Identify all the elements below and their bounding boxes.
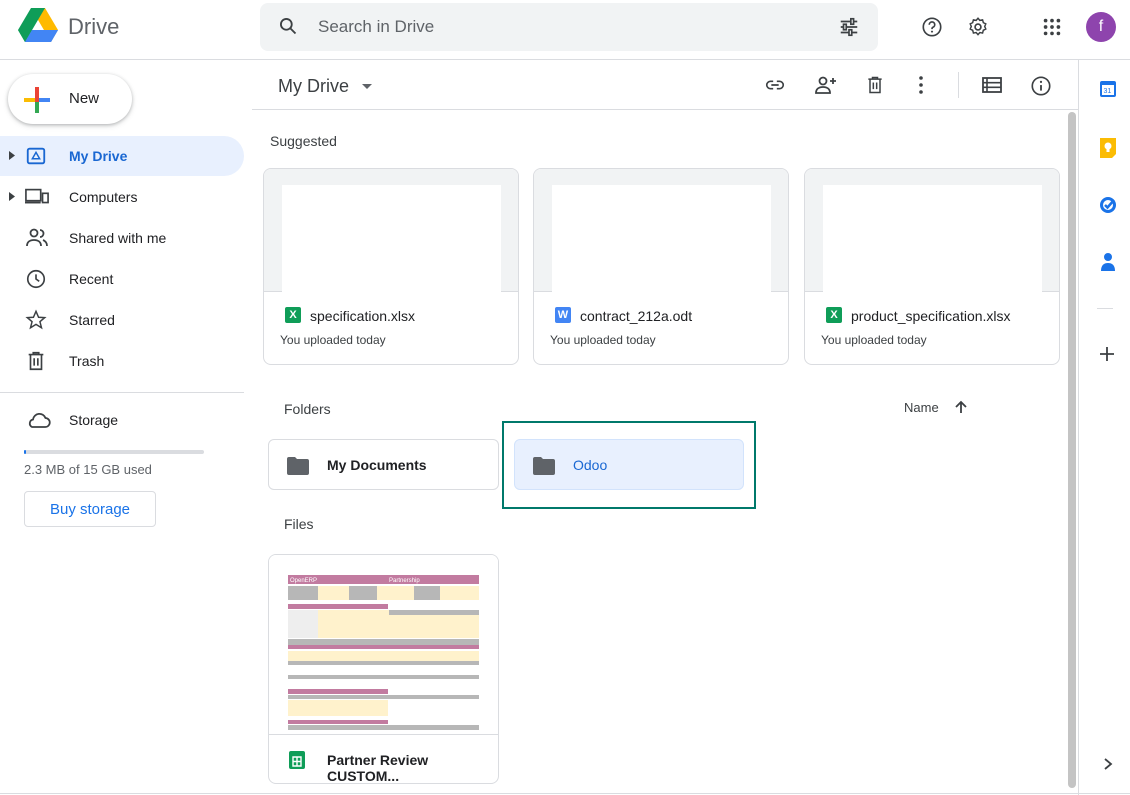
chevron-down-icon[interactable] xyxy=(362,84,372,90)
expand-caret-icon[interactable] xyxy=(9,151,15,160)
arrow-up-icon[interactable] xyxy=(954,399,968,415)
list-view-icon[interactable] xyxy=(981,75,1003,95)
word-file-icon: W xyxy=(555,307,571,323)
thumbnail-text-left: OpenERP xyxy=(290,578,317,584)
file-thumbnail: OpenERP Partnership xyxy=(269,555,498,735)
buy-storage-button[interactable]: Buy storage xyxy=(24,491,156,527)
drive-logo-icon[interactable] xyxy=(18,8,58,44)
toolbar-divider xyxy=(958,72,959,98)
file-name: Partner Review CUSTOM... xyxy=(327,752,429,784)
sidebar-divider xyxy=(0,392,244,393)
info-icon[interactable] xyxy=(1030,75,1052,97)
brand-name: Drive xyxy=(68,14,120,39)
account-avatar[interactable]: f xyxy=(1086,12,1116,42)
sidebar-item-label: Trash xyxy=(69,353,105,369)
folders-heading: Folders xyxy=(284,401,331,417)
keep-notes-icon[interactable] xyxy=(1099,138,1117,158)
plus-icon xyxy=(24,87,50,113)
sidebar-item-label: Storage xyxy=(69,412,119,428)
add-person-icon[interactable] xyxy=(814,75,838,95)
svg-text:31: 31 xyxy=(1104,88,1112,95)
suggested-file-card[interactable]: X product_specification.xlsx You uploade… xyxy=(804,168,1060,365)
suggested-heading: Suggested xyxy=(270,133,337,149)
new-button[interactable]: New xyxy=(8,74,132,124)
bottom-border xyxy=(0,793,1130,794)
file-name: specification.xlsx xyxy=(310,308,416,324)
settings-gear-icon[interactable] xyxy=(967,16,989,38)
sidebar-item-label: My Drive xyxy=(69,148,128,164)
search-input[interactable] xyxy=(318,13,818,41)
selection-highlight-box xyxy=(502,421,756,509)
contacts-icon[interactable] xyxy=(1099,252,1117,272)
shared-icon xyxy=(26,228,48,247)
folder-icon xyxy=(287,457,309,475)
sidebar-item-label: Recent xyxy=(69,271,114,287)
sidebar-item-computers[interactable]: Computers xyxy=(0,177,244,217)
link-icon[interactable] xyxy=(764,75,786,95)
suggested-file-card[interactable]: X specification.xlsx You uploaded today xyxy=(263,168,519,365)
more-vert-icon[interactable] xyxy=(917,75,925,95)
sidebar-item-label: Starred xyxy=(69,312,115,328)
sheets-file-icon xyxy=(289,751,305,769)
file-activity: You uploaded today xyxy=(280,333,386,347)
sidebar: New My Drive Computers Shared with me Re… xyxy=(0,60,252,795)
files-heading: Files xyxy=(284,516,314,532)
tasks-icon[interactable] xyxy=(1099,196,1117,214)
folder-name: My Documents xyxy=(327,457,427,473)
file-name: product_specification.xlsx xyxy=(851,308,1011,324)
excel-file-icon: X xyxy=(285,307,301,323)
toolbar: My Drive xyxy=(252,60,1078,110)
page-title[interactable]: My Drive xyxy=(278,76,349,97)
search-bar xyxy=(260,3,878,51)
clock-icon xyxy=(26,269,46,289)
file-name: contract_212a.odt xyxy=(580,308,693,324)
chevron-right-icon[interactable] xyxy=(1103,757,1113,771)
expand-caret-icon[interactable] xyxy=(9,192,15,201)
file-preview xyxy=(264,169,518,292)
trash-icon[interactable] xyxy=(865,75,885,95)
search-options-icon[interactable] xyxy=(838,16,860,38)
search-icon[interactable] xyxy=(278,16,298,36)
my-drive-icon xyxy=(26,147,46,165)
calendar-icon[interactable]: 31 xyxy=(1099,80,1117,98)
thumbnail-text-right: Partnership xyxy=(389,578,420,584)
sidebar-item-my-drive[interactable]: My Drive xyxy=(0,136,244,176)
trash-icon xyxy=(28,351,44,371)
sidebar-item-label: Computers xyxy=(69,189,138,205)
sidebar-item-label: Shared with me xyxy=(69,230,167,246)
add-addon-plus-icon[interactable] xyxy=(1099,346,1115,362)
folder-item[interactable]: My Documents xyxy=(268,439,499,490)
excel-file-icon: X xyxy=(826,307,842,323)
file-activity: You uploaded today xyxy=(821,333,927,347)
file-activity: You uploaded today xyxy=(550,333,656,347)
sidebar-item-starred[interactable]: Starred xyxy=(0,300,244,340)
file-card[interactable]: OpenERP Partnership Partner Review CUSTO… xyxy=(268,554,499,784)
star-icon xyxy=(25,309,47,330)
apps-grid-icon[interactable] xyxy=(1041,16,1063,38)
file-preview xyxy=(534,169,788,292)
storage-progress-bar xyxy=(24,450,204,454)
rail-divider xyxy=(1097,308,1113,309)
suggested-file-card[interactable]: W contract_212a.odt You uploaded today xyxy=(533,168,789,365)
sidebar-item-storage[interactable]: Storage xyxy=(0,400,244,440)
main-content: My Drive Suggested X specification.xlsx … xyxy=(252,60,1078,795)
computers-icon xyxy=(25,188,49,204)
storage-usage-text: 2.3 MB of 15 GB used xyxy=(24,462,152,477)
sidebar-item-trash[interactable]: Trash xyxy=(0,341,244,381)
sidebar-item-recent[interactable]: Recent xyxy=(0,259,244,299)
sort-by-name[interactable]: Name xyxy=(904,400,939,415)
side-panel-rail: 31 xyxy=(1078,60,1130,795)
spreadsheet-preview-image: OpenERP Partnership xyxy=(288,575,479,730)
vertical-scrollbar[interactable] xyxy=(1068,112,1076,788)
top-bar: Drive f xyxy=(0,0,1130,60)
file-preview xyxy=(805,169,1059,292)
storage-progress-fill xyxy=(24,450,26,454)
cloud-icon xyxy=(28,412,51,428)
help-icon[interactable] xyxy=(921,16,943,38)
new-button-label: New xyxy=(69,90,100,107)
sidebar-item-shared-with-me[interactable]: Shared with me xyxy=(0,218,244,258)
